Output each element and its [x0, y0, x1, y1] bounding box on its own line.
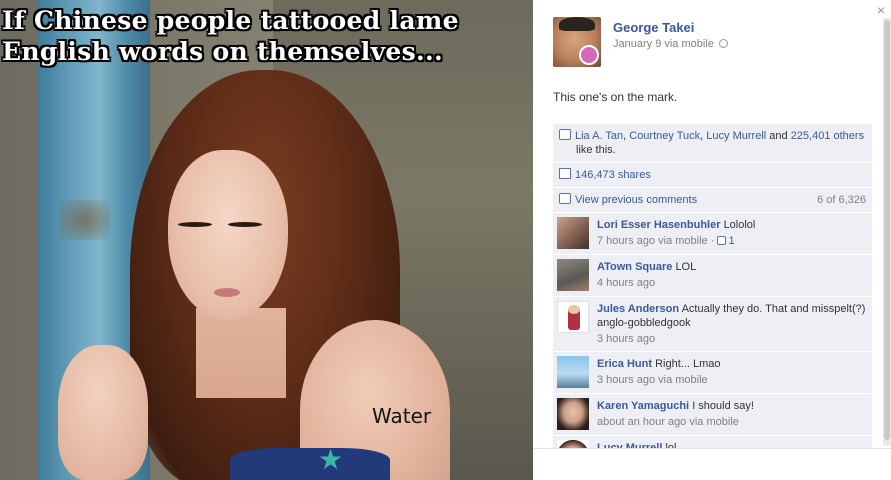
shares-link[interactable]: 146,473 shares: [575, 169, 651, 181]
comment-text: Right... Lmao: [655, 358, 721, 370]
liker-link-2[interactable]: Courtney Tuck: [629, 130, 700, 142]
commenter-name-link[interactable]: ATown Square: [597, 261, 672, 273]
photo-eye-left: [178, 222, 212, 227]
comment-text: I should say!: [692, 400, 754, 412]
comment-like-count[interactable]: 1: [717, 235, 735, 247]
scrollbar-thumb[interactable]: [884, 20, 890, 440]
commenter-avatar[interactable]: [557, 398, 589, 430]
comment-item: Lori Esser Hasenbuhler Lololol 7 hours a…: [553, 213, 872, 255]
avatar-hair: [559, 17, 595, 31]
commenter-avatar[interactable]: [557, 259, 589, 291]
likes-summary: Lia A. Tan, Courtney Tuck, Lucy Murrell …: [553, 124, 872, 163]
commenter-name-link[interactable]: Erica Hunt: [597, 358, 652, 370]
photo-dress-star: ★: [318, 444, 344, 475]
comment-time[interactable]: 4 hours ago: [597, 276, 868, 290]
globe-icon: [718, 39, 728, 48]
post-status-text: This one's on the mark.: [553, 90, 678, 104]
avatar-badge-icon: [579, 45, 599, 65]
comment-item: Karen Yamaguchi I should say! about an h…: [553, 394, 872, 436]
avatar-head: [568, 305, 580, 314]
share-icon: [559, 168, 571, 179]
comment-icon: [559, 193, 571, 204]
comment-item: Jules Anderson Actually they do. That an…: [553, 297, 872, 352]
photo-lips: [214, 288, 240, 297]
post-photo[interactable]: ★ If Chinese people tattooed lame Englis…: [0, 0, 533, 480]
comment-time[interactable]: 3 hours ago: [597, 332, 868, 346]
commenter-avatar[interactable]: [557, 356, 589, 388]
comment-input-bar: [533, 448, 891, 480]
liker-link-1[interactable]: Lia A. Tan: [575, 130, 623, 142]
tattoo-text: Water: [372, 404, 432, 428]
photo-pole-rust: [60, 200, 110, 240]
comment-like-number: 1: [728, 235, 735, 247]
commenter-avatar[interactable]: [557, 217, 589, 249]
poster-avatar[interactable]: [553, 17, 601, 67]
close-button[interactable]: ×: [877, 2, 885, 18]
comment-count: 6 of 6,326: [817, 194, 866, 206]
commenter-avatar[interactable]: [557, 301, 589, 333]
poster-meta: George Takei January 9 via mobile: [613, 20, 728, 67]
comment-text: Lololol: [723, 219, 756, 231]
poster-header: George Takei January 9 via mobile: [553, 17, 728, 67]
feedback-box: Lia A. Tan, Courtney Tuck, Lucy Murrell …: [553, 124, 872, 478]
thumbs-up-icon: [717, 236, 727, 245]
view-previous-comments-link[interactable]: View previous comments: [575, 194, 697, 206]
post-timestamp-text[interactable]: January 9 via mobile: [613, 38, 714, 50]
liker-link-3[interactable]: Lucy Murrell: [706, 130, 766, 142]
comment-time[interactable]: 3 hours ago via mobile: [597, 373, 868, 387]
thumbs-up-icon: [559, 129, 571, 140]
comment-time[interactable]: 7 hours ago via mobile ·: [597, 235, 714, 247]
comment-time[interactable]: about an hour ago via mobile: [597, 415, 868, 429]
shares-row: 146,473 shares: [553, 163, 872, 188]
poster-name-link[interactable]: George Takei: [613, 20, 728, 35]
comments-pager: View previous comments 6 of 6,326: [553, 188, 872, 213]
meme-caption-line2: English words on themselves...: [2, 37, 444, 66]
commenter-name-link[interactable]: Lori Esser Hasenbuhler: [597, 219, 721, 231]
commenter-name-link[interactable]: Karen Yamaguchi: [597, 400, 689, 412]
post-timestamp: January 9 via mobile: [613, 38, 728, 50]
post-detail-panel: × George Takei January 9 via mobile This…: [533, 0, 891, 480]
comment-item: ATown Square LOL 4 hours ago: [553, 255, 872, 297]
likes-others-link[interactable]: 225,401 others: [791, 130, 864, 142]
photo-eye-right: [228, 222, 262, 227]
likes-and: and: [769, 130, 788, 142]
comment-item: Erica Hunt Right... Lmao 3 hours ago via…: [553, 352, 872, 394]
comment-text: LOL: [675, 261, 697, 273]
photo-neck: [196, 308, 286, 398]
photo-dress: [230, 448, 390, 480]
comment-meta: 7 hours ago via mobile · 1: [597, 234, 868, 248]
likes-suffix: like this.: [576, 144, 616, 156]
meme-caption-line1: If Chinese people tattooed lame: [2, 6, 459, 35]
commenter-name-link[interactable]: Jules Anderson: [597, 303, 679, 315]
photo-hand: [58, 345, 148, 480]
